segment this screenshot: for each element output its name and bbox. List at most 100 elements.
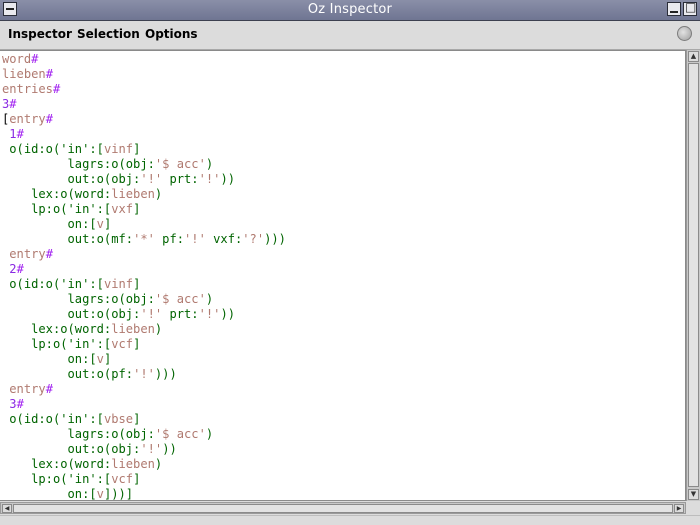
code-line[interactable]: entry#	[2, 382, 685, 397]
scroll-left-icon[interactable]: ◀	[2, 504, 12, 513]
code-line[interactable]: o(id:o('in':[vbse]	[2, 412, 685, 427]
code-token: #	[45, 112, 53, 126]
code-line[interactable]: word#	[2, 52, 685, 67]
code-token: '$ acc'	[154, 427, 206, 441]
code-token: :[	[96, 472, 112, 486]
code-line[interactable]: lagrs:o(obj:'$ acc')	[2, 157, 685, 172]
code-token: :[	[96, 202, 112, 216]
code-token: #	[45, 247, 53, 261]
code-token: #	[52, 82, 61, 96]
code-line[interactable]: out:o(pf:'!')))	[2, 367, 685, 382]
code-line[interactable]: 3#	[2, 397, 685, 412]
code-token: v	[96, 352, 104, 366]
code-line[interactable]: lagrs:o(obj:'$ acc')	[2, 427, 685, 442]
code-token: ]))]	[103, 487, 134, 501]
menu-options[interactable]: Options	[145, 27, 198, 41]
code-line[interactable]: lex:o(word:lieben)	[2, 457, 685, 472]
code-token: :[	[89, 277, 104, 291]
code-token: 'in'	[60, 142, 90, 156]
bottom-border	[0, 515, 700, 525]
menu-bar: Inspector Selection Options	[0, 21, 700, 50]
code-line[interactable]: on:[v]	[2, 352, 685, 367]
vertical-scrollbar[interactable]: ▲ ▼	[686, 50, 700, 501]
code-token: #	[16, 127, 24, 141]
code-line[interactable]: out:o(obj:'!'))	[2, 442, 685, 457]
code-line[interactable]: lp:o('in':[vcf]	[2, 337, 685, 352]
code-token: '!'	[184, 232, 206, 246]
code-line[interactable]: 3#	[2, 97, 685, 112]
code-token: :[	[96, 337, 112, 351]
code-line[interactable]: lp:o('in':[vcf]	[2, 472, 685, 487]
code-line[interactable]: o(id:o('in':[vinf]	[2, 277, 685, 292]
code-line[interactable]: lagrs:o(obj:'$ acc')	[2, 292, 685, 307]
code-token: v	[96, 217, 104, 231]
code-token: )	[205, 427, 214, 441]
code-line[interactable]: lp:o('in':[vxf]	[2, 202, 685, 217]
minimize-icon[interactable]	[667, 2, 681, 16]
code-token: word	[2, 52, 32, 66]
code-token: ))	[162, 442, 177, 456]
code-token: ]	[133, 472, 141, 486]
code-line[interactable]: lex:o(word:lieben)	[2, 322, 685, 337]
code-view[interactable]: word# lieben# entries# 3# [entry# 1# o(id:o(…	[0, 51, 685, 501]
code-token: vinf	[103, 142, 134, 156]
horizontal-scrollbar[interactable]: ◀ ▶	[0, 502, 686, 514]
code-token: lex:o(word:	[2, 457, 112, 471]
title-bar[interactable]: Oz Inspector	[0, 0, 700, 21]
code-line[interactable]: lex:o(word:lieben)	[2, 187, 685, 202]
code-line[interactable]: 2#	[2, 262, 685, 277]
code-token: '!'	[140, 442, 163, 456]
code-token: on:[	[2, 487, 97, 501]
scroll-up-icon[interactable]: ▲	[688, 51, 699, 62]
code-token: entries	[2, 82, 53, 96]
code-line[interactable]: 1#	[2, 127, 685, 142]
code-line[interactable]: out:o(obj:'!' prt:'!'))	[2, 307, 685, 322]
scroll-down-icon[interactable]: ▼	[688, 489, 699, 500]
code-token: ]	[133, 202, 141, 216]
inspector-pane[interactable]: word# lieben# entries# 3# [entry# 1# o(id:o(…	[0, 50, 686, 501]
code-token: entry	[2, 247, 46, 261]
code-token: #	[16, 397, 24, 411]
code-token: 'in'	[60, 277, 90, 291]
code-token: o(id:o(	[2, 142, 61, 156]
menu-selection[interactable]: Selection	[77, 27, 140, 41]
vertical-scroll-thumb[interactable]	[688, 63, 699, 487]
code-line[interactable]: o(id:o('in':[vinf]	[2, 142, 685, 157]
code-token: '!'	[140, 172, 163, 186]
code-token: '*'	[133, 232, 155, 246]
code-line[interactable]: [entry#	[2, 112, 685, 127]
scroll-right-icon[interactable]: ▶	[674, 504, 684, 513]
code-line[interactable]: lieben#	[2, 67, 685, 82]
code-token: out:o(obj:	[2, 172, 141, 186]
code-token: '!'	[133, 367, 155, 381]
code-token: #	[45, 67, 53, 81]
code-line[interactable]: on:[v]	[2, 217, 685, 232]
code-line[interactable]: out:o(obj:'!' prt:'!'))	[2, 172, 685, 187]
code-token: o(id:o(	[2, 412, 61, 426]
code-token: lieben	[111, 187, 155, 201]
code-token: #	[9, 97, 17, 111]
code-line[interactable]: entries#	[2, 82, 685, 97]
code-token: 3	[2, 397, 17, 411]
code-token: 1	[2, 127, 17, 141]
code-token: vbse	[103, 412, 134, 426]
code-token: #	[31, 52, 39, 66]
code-token: prt:	[162, 307, 199, 321]
code-line[interactable]: entry#	[2, 247, 685, 262]
code-token: lieben	[2, 67, 46, 81]
horizontal-scroll-thumb[interactable]	[13, 504, 673, 513]
code-token: v	[96, 487, 104, 501]
code-line[interactable]: out:o(mf:'*' pf:'!' vxf:'?')))	[2, 232, 685, 247]
menu-inspector[interactable]: Inspector	[8, 27, 72, 41]
code-token: )	[205, 292, 214, 306]
code-token: :[	[89, 142, 104, 156]
code-line[interactable]: on:[v]))]	[2, 487, 685, 501]
code-token: lex:o(word:	[2, 187, 112, 201]
code-token: '$ acc'	[154, 157, 206, 171]
maximize-icon[interactable]	[683, 0, 697, 16]
code-token: vxf	[111, 202, 134, 216]
horizontal-scroll-area: ◀ ▶	[0, 501, 700, 525]
code-token: ]	[133, 277, 141, 291]
code-token: '?'	[242, 232, 265, 246]
code-token: ]	[103, 352, 112, 366]
